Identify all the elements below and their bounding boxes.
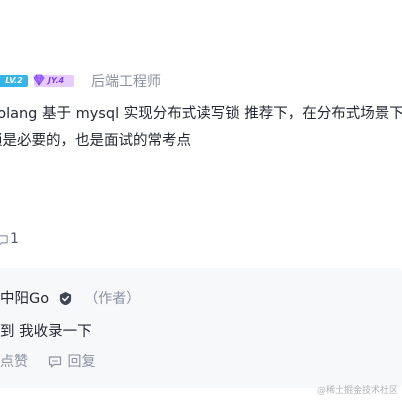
like-label: 点赞 bbox=[0, 354, 28, 370]
comment-line-2: 锁是必要的，也是面试的常考点 bbox=[0, 133, 191, 149]
reply-button[interactable]: 回复 bbox=[48, 351, 95, 371]
job-title: 后端工程师 bbox=[91, 74, 161, 90]
comment-content: golang 基于 mysql 实现分布式读写锁 推荐下，在分布式场景下，附 锁… bbox=[0, 101, 402, 155]
jy-badge-label: JY.4 bbox=[48, 76, 65, 85]
reply-text: 到 我收录一下 bbox=[0, 324, 92, 340]
jy-badge[interactable]: JY.4 bbox=[33, 74, 74, 87]
comment-count: 1 bbox=[10, 231, 19, 247]
author-tag: （作者） bbox=[84, 291, 141, 307]
verified-author-icon bbox=[60, 291, 72, 306]
reply-user: 中阳Go （作者） bbox=[0, 287, 140, 309]
reply-box: 中阳Go （作者） 到 我收录一下 点赞 回复 bbox=[0, 268, 402, 388]
comment-line-1: golang 基于 mysql 实现分布式读写锁 推荐下，在分布式场景下，附 bbox=[0, 106, 402, 122]
reply-icon bbox=[49, 356, 62, 368]
reply-username[interactable]: 中阳Go bbox=[0, 291, 49, 307]
level-badge[interactable]: LV.2 bbox=[0, 75, 28, 87]
like-button[interactable]: 点赞 bbox=[0, 351, 28, 371]
watermark: @稀土掘金技术社区 bbox=[316, 386, 398, 396]
reply-actions: 点赞 回复 bbox=[0, 351, 95, 371]
reply-label: 回复 bbox=[67, 354, 96, 370]
diamond-icon bbox=[33, 74, 45, 86]
comment-header: LV.2 JY.4 后端工程师 bbox=[0, 70, 296, 90]
comment-icon bbox=[0, 235, 8, 246]
level-badge-label: LV.2 bbox=[5, 76, 23, 85]
